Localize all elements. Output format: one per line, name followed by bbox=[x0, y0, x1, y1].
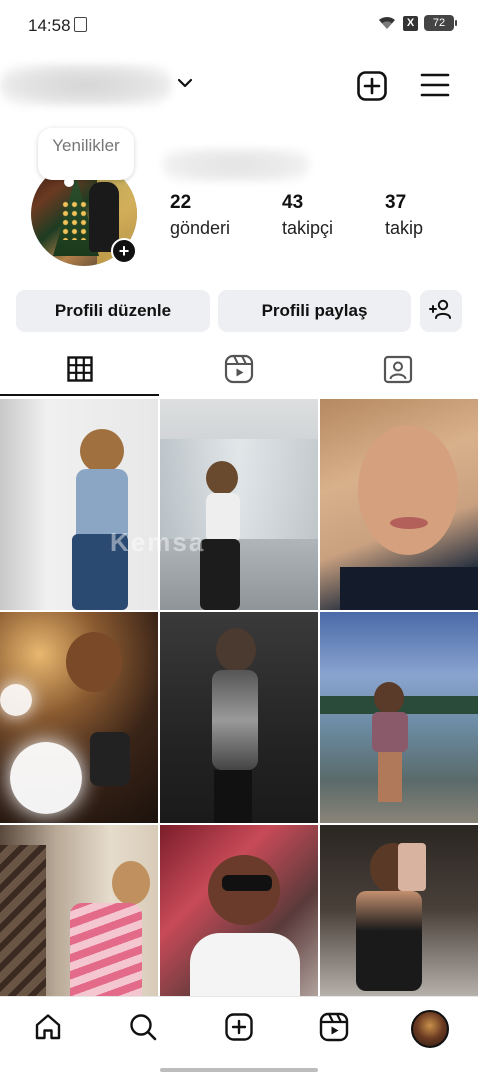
grid-icon bbox=[66, 355, 93, 387]
tab-tagged[interactable] bbox=[318, 346, 477, 396]
profile-tabs bbox=[0, 346, 478, 396]
stat-value: 22 bbox=[170, 192, 192, 213]
posts-grid: Kemsa bbox=[0, 399, 478, 1036]
profile-avatar bbox=[411, 1010, 449, 1048]
battery-icon: 72 bbox=[424, 15, 457, 31]
watermark: Kemsa bbox=[110, 527, 206, 557]
status-icons: X 72 bbox=[377, 15, 457, 31]
nav-search[interactable] bbox=[123, 1009, 163, 1049]
post-thumbnail[interactable] bbox=[320, 612, 478, 823]
search-icon bbox=[128, 1012, 158, 1047]
plus-square-icon[interactable] bbox=[356, 70, 388, 107]
tagged-icon bbox=[383, 354, 413, 389]
discover-people-button[interactable] bbox=[420, 290, 462, 332]
tab-posts-grid[interactable] bbox=[0, 346, 159, 396]
post-thumbnail[interactable] bbox=[160, 399, 318, 610]
home-indicator[interactable] bbox=[160, 1068, 318, 1072]
status-time: 14:58 bbox=[28, 16, 71, 35]
chevron-down-icon[interactable] bbox=[176, 74, 194, 97]
status-bar: 14:58 X 72 bbox=[0, 0, 478, 50]
stat-label: gönderi bbox=[170, 218, 231, 238]
fullname-redacted bbox=[162, 148, 310, 182]
stat-value: 37 bbox=[385, 192, 407, 213]
reels-icon bbox=[319, 1012, 349, 1047]
nav-reels[interactable] bbox=[314, 1009, 354, 1049]
selected-tab-indicator bbox=[0, 394, 159, 396]
stat-followers[interactable]: 43 takipçi bbox=[282, 192, 333, 239]
nav-create[interactable] bbox=[219, 1009, 259, 1049]
nav-home[interactable] bbox=[28, 1009, 68, 1049]
post-thumbnail[interactable] bbox=[0, 399, 158, 610]
post-thumbnail[interactable] bbox=[320, 399, 478, 610]
sim-icon bbox=[74, 17, 87, 32]
stat-value: 43 bbox=[282, 192, 304, 213]
stat-following[interactable]: 37 takip bbox=[385, 192, 423, 239]
bottom-navigation bbox=[0, 996, 478, 1058]
note-bubble[interactable]: Yenilikler bbox=[38, 128, 134, 187]
post-thumbnail[interactable] bbox=[0, 612, 158, 823]
add-story-icon[interactable]: + bbox=[111, 238, 137, 264]
no-signal-icon: X bbox=[403, 15, 418, 31]
profile-header bbox=[0, 56, 478, 116]
stat-label: takip bbox=[385, 218, 424, 238]
reels-icon bbox=[224, 354, 254, 389]
home-icon bbox=[33, 1012, 63, 1047]
wifi-icon bbox=[377, 15, 397, 31]
create-icon bbox=[224, 1012, 254, 1047]
username-redacted[interactable] bbox=[0, 64, 172, 106]
hamburger-menu-icon[interactable] bbox=[420, 70, 450, 105]
post-thumbnail[interactable] bbox=[160, 612, 318, 823]
nav-profile[interactable] bbox=[410, 1009, 450, 1049]
tab-reels[interactable] bbox=[159, 346, 318, 396]
stat-posts[interactable]: 22 gönderi bbox=[170, 192, 230, 239]
edit-profile-button[interactable]: Profili düzenle bbox=[16, 290, 210, 332]
add-person-icon bbox=[429, 298, 453, 325]
profile-stats: 22 gönderi 43 takipçi 37 takip bbox=[0, 192, 478, 242]
stat-label: takipçi bbox=[282, 218, 334, 238]
share-profile-button[interactable]: Profili paylaş bbox=[218, 290, 411, 332]
